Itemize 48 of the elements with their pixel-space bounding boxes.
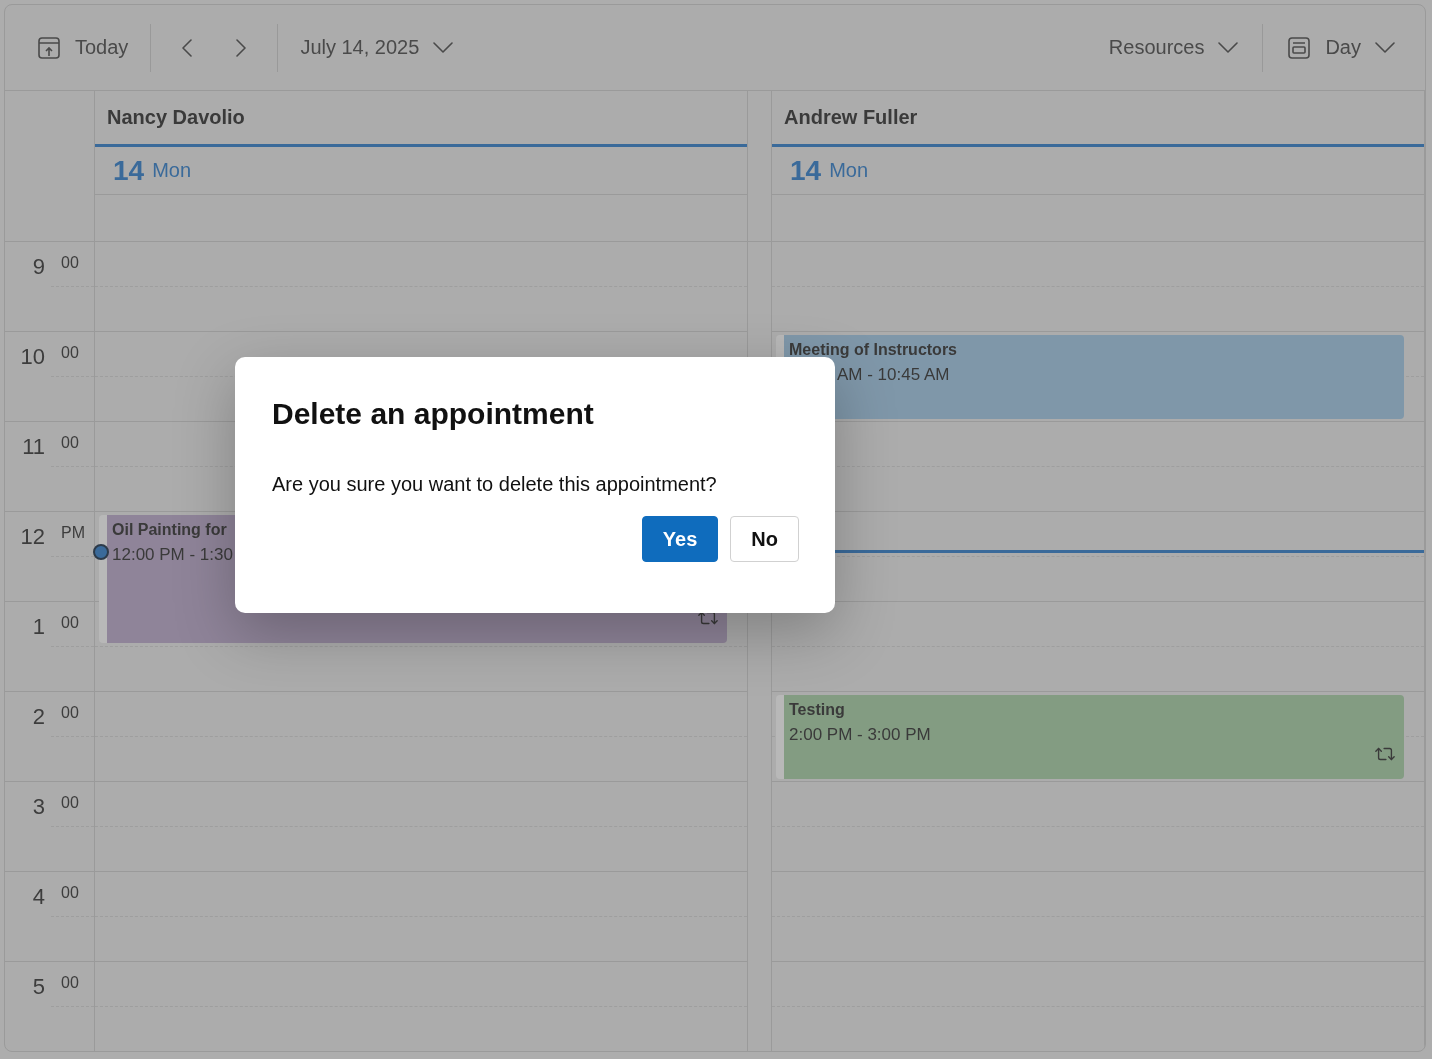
minute-label: 00	[61, 884, 79, 902]
hour-label: 10	[19, 344, 45, 370]
date-picker-button[interactable]: July 14, 2025	[296, 28, 458, 67]
hour-label: 3	[31, 794, 45, 820]
minute-label: 00	[61, 344, 79, 362]
hour-label: 11	[21, 434, 45, 460]
minute-label: 00	[61, 434, 79, 452]
minute-label: 00	[61, 974, 79, 992]
appointment-title: Meeting of Instructors	[789, 341, 957, 359]
minute-label: 00	[61, 794, 79, 812]
today-button[interactable]: Today	[33, 27, 133, 68]
appointment-time: 12:00 PM - 1:30	[112, 545, 233, 565]
hour-label: 4	[31, 884, 45, 910]
view-dropdown[interactable]: Day	[1283, 27, 1399, 68]
appointment-title: Testing	[789, 701, 845, 719]
dialog-message: Are you sure you want to delete this appointment?	[272, 473, 718, 496]
appointment-title: Oil Painting for	[112, 521, 227, 539]
appointment-card[interactable]: Meeting of Instructors AM - 10:45 AM	[776, 335, 1404, 419]
minute-label: 00	[61, 254, 79, 272]
resources-dropdown[interactable]: Resources	[1104, 28, 1243, 67]
hour-label: 2	[31, 704, 45, 730]
chevron-down-icon	[1375, 42, 1395, 53]
appointment-time: AM - 10:45 AM	[836, 365, 950, 385]
resource-name: Nancy Davolio	[107, 106, 245, 129]
chevron-down-icon	[433, 42, 454, 53]
dialog-title: Delete an appointment	[272, 397, 595, 431]
hour-label: 9	[31, 254, 45, 280]
chevron-left-icon	[182, 38, 193, 57]
day-name: Mon	[829, 159, 869, 182]
minute-label: 00	[61, 704, 79, 722]
resource-name: Andrew Fuller	[784, 106, 918, 129]
minute-label: 00	[61, 614, 79, 632]
calendar-today-icon	[37, 35, 61, 60]
chevron-down-icon	[1218, 42, 1239, 53]
day-view-icon	[1287, 35, 1312, 60]
cancel-button[interactable]: No	[730, 516, 799, 562]
hour-label: 12	[19, 524, 45, 550]
appointment-time: 2:00 PM - 3:00 PM	[789, 725, 931, 745]
current-time-dot	[93, 544, 109, 560]
minute-label: PM	[61, 524, 85, 542]
chevron-right-icon	[236, 38, 247, 57]
hour-label: 1	[31, 614, 45, 640]
appointment-card[interactable]: Testing 2:00 PM - 3:00 PM	[776, 695, 1404, 779]
day-number: 14	[113, 154, 145, 187]
confirm-button[interactable]: Yes	[641, 516, 719, 562]
hour-label: 5	[31, 974, 45, 1000]
day-number: 14	[790, 154, 822, 187]
day-name: Mon	[152, 159, 192, 182]
